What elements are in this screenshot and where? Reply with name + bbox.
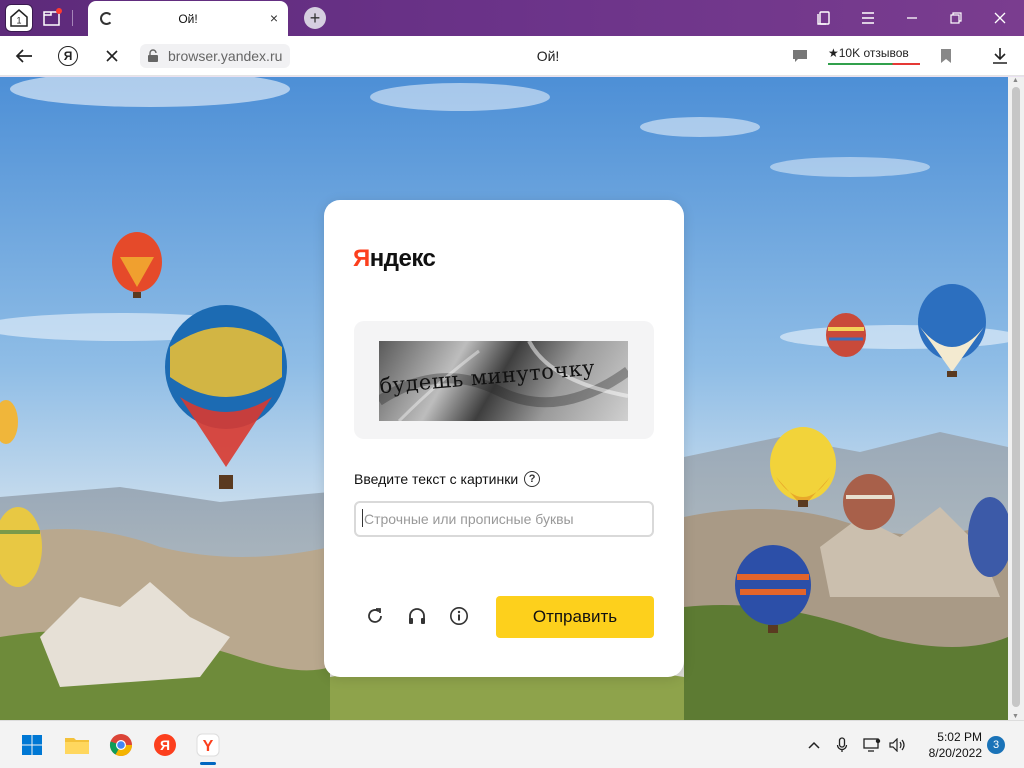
mic-icon [836, 737, 848, 752]
restore-button[interactable] [944, 6, 968, 30]
help-icon[interactable]: ? [524, 471, 541, 487]
folder-icon [65, 738, 89, 754]
chat-icon [793, 50, 807, 62]
scrollbar[interactable]: ▲ ▼ [1008, 77, 1024, 720]
volume-button[interactable] [888, 735, 908, 755]
download-icon [993, 48, 1007, 64]
chrome-button[interactable] [105, 729, 137, 761]
minimize-icon [907, 17, 917, 19]
yandex-app-button[interactable]: Я [149, 729, 181, 761]
menu-icon [862, 12, 874, 24]
network-button[interactable] [862, 735, 882, 755]
window-close-button[interactable] [988, 6, 1012, 30]
menu-button[interactable] [856, 6, 880, 30]
chevron-up-icon [808, 741, 820, 749]
start-button[interactable] [16, 729, 48, 761]
volume-icon [889, 738, 905, 752]
submit-button[interactable]: Отправить [496, 596, 654, 638]
plus-icon: + [309, 8, 321, 28]
bookmark-button[interactable] [934, 44, 958, 68]
reviews-button[interactable]: ★10K отзывов [828, 46, 909, 60]
tab-title: Ой! [178, 11, 198, 26]
audio-icon [409, 608, 425, 624]
tray-overflow-button[interactable] [804, 735, 824, 755]
clock-time: 5:02 PM [937, 730, 982, 744]
close-icon [994, 12, 1006, 24]
microphone-button[interactable] [832, 735, 852, 755]
collections-button[interactable] [812, 6, 836, 30]
audio-button[interactable] [405, 604, 429, 628]
chrome-icon [109, 734, 132, 756]
home-icon: 1 [10, 9, 28, 27]
info-button[interactable] [447, 604, 471, 628]
captcha-card: Яндекс будешь минуточку Введите текст с … [324, 200, 684, 677]
tabs-manager-button[interactable] [38, 4, 66, 32]
active-indicator [200, 762, 216, 765]
info-icon [450, 607, 468, 625]
input-label: Введите текст с картинки ? [354, 471, 541, 487]
svg-text:1: 1 [16, 16, 21, 26]
clock-date: 8/20/2022 [928, 746, 982, 760]
page-content: Яндекс будешь минуточку Введите текст с … [0, 77, 1008, 720]
chat-button[interactable] [788, 44, 812, 68]
scroll-down-icon[interactable]: ▼ [1012, 713, 1019, 720]
yandex-app-icon: Я [154, 734, 176, 756]
address-bar: Я browser.yandex.ru Ой! ★10K отзывов [0, 36, 1024, 76]
svg-text:Y: Y [203, 738, 214, 755]
collections-icon [817, 11, 830, 25]
tabs-icon [43, 8, 62, 26]
minimize-button[interactable] [900, 6, 924, 30]
yandex-browser-button[interactable]: Y [192, 729, 224, 761]
yandex-logo: Яндекс [353, 245, 436, 272]
restore-icon [950, 12, 962, 24]
captcha-input[interactable] [354, 501, 654, 537]
notifications-badge[interactable]: 3 [987, 736, 1005, 754]
captcha-image: будешь минуточку [379, 341, 628, 421]
new-tab-button[interactable]: + [304, 7, 326, 29]
file-explorer-button[interactable] [61, 729, 93, 761]
scroll-up-icon[interactable]: ▲ [1012, 77, 1019, 84]
taskbar: Я Y 5:02 PM 8/20/2022 3 [0, 720, 1024, 768]
monitor-icon [863, 738, 881, 752]
downloads-button[interactable] [988, 44, 1012, 68]
captcha-image-container: будешь минуточку [354, 321, 654, 439]
svg-text:Я: Я [160, 737, 170, 753]
windows-icon [22, 735, 42, 755]
home-tab-button[interactable]: 1 [5, 4, 33, 32]
tab-strip: 1 Ой! × + [0, 0, 1024, 36]
rating-bar [828, 63, 920, 65]
tab-active[interactable]: Ой! × [88, 1, 288, 36]
refresh-icon [368, 608, 382, 623]
bookmark-icon [941, 49, 951, 63]
scroll-thumb[interactable] [1012, 87, 1020, 707]
clock[interactable]: 5:02 PM 8/20/2022 [918, 729, 982, 761]
text-cursor [362, 509, 363, 527]
refresh-button[interactable] [363, 604, 387, 628]
yandex-browser-icon: Y [196, 733, 220, 757]
close-icon[interactable]: × [270, 10, 278, 26]
